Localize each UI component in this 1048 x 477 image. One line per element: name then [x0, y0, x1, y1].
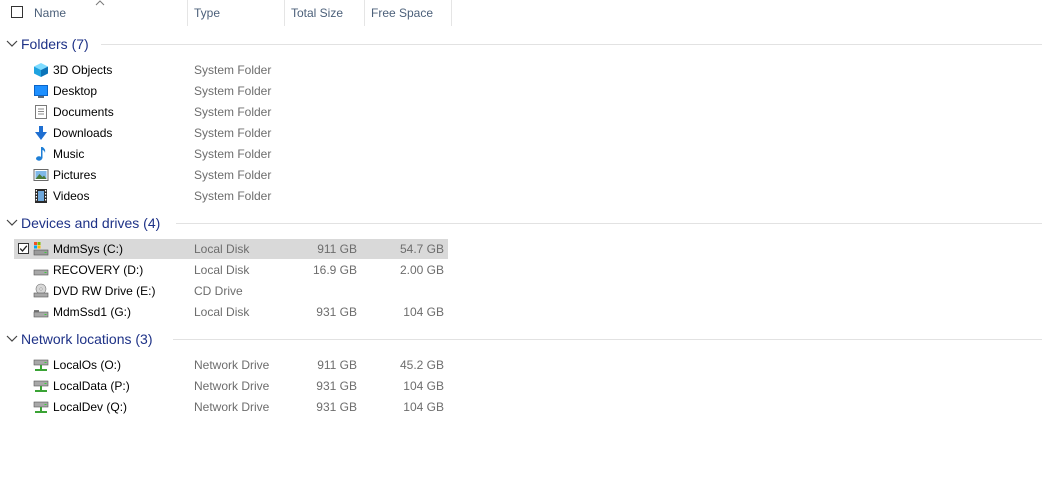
item-name: LocalOs (O:) [53, 358, 122, 372]
network-drive-icon [33, 380, 49, 392]
group-header-network-locations[interactable]: Network locations (3) [0, 329, 1048, 349]
column-header-total-size[interactable]: Total Size [291, 0, 343, 26]
item-total-size: 911 GB [317, 358, 357, 372]
column-divider[interactable] [284, 0, 285, 26]
sort-ascending-icon [95, 0, 105, 6]
desktop-icon [34, 85, 48, 98]
list-item[interactable]: Videos System Folder [14, 186, 448, 206]
item-type: System Folder [194, 84, 272, 98]
item-type: Local Disk [194, 263, 250, 277]
item-name: Pictures [53, 168, 97, 182]
item-total-size: 931 GB [316, 379, 357, 393]
pictures-icon [33, 169, 49, 181]
item-free-space: 104 GB [403, 305, 444, 319]
list-item[interactable]: Documents System Folder [14, 102, 448, 122]
downloads-icon [35, 126, 47, 140]
item-total-size: 16.9 GB [312, 263, 357, 277]
documents-icon [35, 105, 47, 119]
chevron-down-icon[interactable] [6, 334, 18, 344]
item-checkbox[interactable] [18, 243, 29, 254]
group-title: Network locations (3) [21, 331, 153, 347]
column-header-type[interactable]: Type [194, 0, 220, 26]
item-type: Network Drive [194, 379, 270, 393]
dvd-drive-icon [33, 283, 49, 298]
group-title: Devices and drives (4) [21, 215, 161, 231]
item-free-space: 45.2 GB [399, 358, 444, 372]
item-type: Local Disk [194, 242, 250, 256]
item-type: System Folder [194, 105, 272, 119]
item-name: 3D Objects [53, 63, 113, 77]
hard-drive-icon [33, 269, 49, 276]
list-item[interactable]: DVD RW Drive (E:) CD Drive [14, 281, 448, 301]
list-item[interactable]: Pictures System Folder [14, 165, 448, 185]
hard-drive-icon [33, 310, 49, 318]
select-all-checkbox[interactable] [11, 6, 23, 18]
column-header-free-space[interactable]: Free Space [371, 0, 433, 26]
system-drive-icon [33, 242, 49, 256]
item-free-space: 104 GB [403, 400, 444, 414]
music-icon [36, 147, 46, 161]
item-name: Documents [53, 105, 114, 119]
column-header-bar: Name Type Total Size Free Space [0, 0, 1048, 26]
videos-icon [35, 189, 47, 203]
column-header-name[interactable]: Name [34, 0, 66, 26]
item-name: Music [53, 147, 85, 161]
item-free-space: 2.00 GB [399, 263, 444, 277]
item-name: Desktop [53, 84, 98, 98]
column-divider[interactable] [364, 0, 365, 26]
list-item[interactable]: 3D Objects System Folder [14, 60, 448, 80]
list-item[interactable]: Desktop System Folder [14, 81, 448, 101]
item-type: System Folder [194, 168, 272, 182]
network-drive-icon [33, 359, 49, 371]
item-name: DVD RW Drive (E:) [53, 284, 156, 298]
item-free-space: 54.7 GB [399, 242, 444, 256]
list-item[interactable]: RECOVERY (D:) Local Disk 16.9 GB 2.00 GB [14, 260, 448, 280]
chevron-down-icon[interactable] [6, 39, 18, 49]
3d-objects-icon [34, 63, 48, 77]
item-type: System Folder [194, 189, 272, 203]
chevron-down-icon[interactable] [6, 218, 18, 228]
item-type: Local Disk [194, 305, 250, 319]
item-name: MdmSys (C:) [53, 242, 123, 256]
item-name: RECOVERY (D:) [53, 263, 144, 277]
item-type: System Folder [194, 126, 272, 140]
item-free-space: 104 GB [403, 379, 444, 393]
list-item[interactable]: LocalOs (O:) Network Drive 911 GB 45.2 G… [14, 355, 448, 375]
column-divider[interactable] [451, 0, 452, 26]
network-drive-icon [33, 401, 49, 413]
item-total-size: 931 GB [316, 400, 357, 414]
list-item[interactable]: Downloads System Folder [14, 123, 448, 143]
item-name: Downloads [53, 126, 113, 140]
item-name: MdmSsd1 (G:) [53, 305, 132, 319]
item-name: LocalData (P:) [53, 379, 130, 393]
group-header-devices-and-drives[interactable]: Devices and drives (4) [0, 213, 1048, 233]
item-total-size: 911 GB [317, 242, 357, 256]
item-type: Network Drive [194, 400, 270, 414]
item-total-size: 931 GB [316, 305, 357, 319]
item-type: System Folder [194, 63, 272, 77]
item-type: System Folder [194, 147, 272, 161]
list-item[interactable]: Music System Folder [14, 144, 448, 164]
list-item[interactable]: LocalDev (Q:) Network Drive 931 GB 104 G… [14, 397, 448, 417]
list-item[interactable]: MdmSsd1 (G:) Local Disk 931 GB 104 GB [14, 302, 448, 322]
group-divider [176, 223, 1042, 224]
group-header-folders[interactable]: Folders (7) [0, 34, 1048, 54]
group-divider [173, 339, 1042, 340]
group-title: Folders (7) [21, 36, 89, 52]
item-type: Network Drive [194, 358, 270, 372]
column-divider[interactable] [187, 0, 188, 26]
list-item-selected[interactable]: MdmSys (C:) Local Disk 911 GB 54.7 GB [14, 239, 448, 259]
item-type: CD Drive [194, 284, 243, 298]
item-name: LocalDev (Q:) [53, 400, 128, 414]
list-item[interactable]: LocalData (P:) Network Drive 931 GB 104 … [14, 376, 448, 396]
checkmark-icon [19, 245, 28, 252]
group-divider [101, 44, 1042, 45]
item-name: Videos [53, 189, 90, 203]
